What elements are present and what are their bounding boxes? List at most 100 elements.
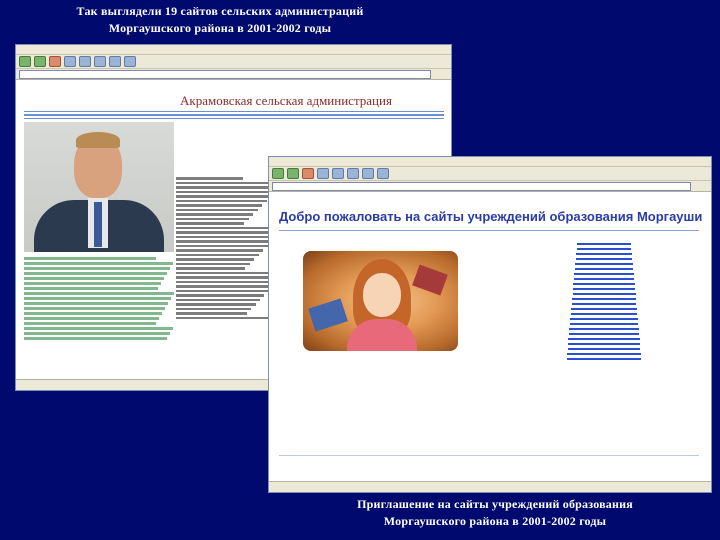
bio-text-line [24,267,170,270]
site2-statusbar [269,481,711,492]
site2-browser-screenshot: Добро пожаловать на сайты учреждений обр… [268,156,712,493]
school-link[interactable] [566,358,642,361]
site1-nav-links [24,111,444,119]
bio-text-line [24,262,173,265]
site2-school-links[interactable] [559,241,649,363]
list-text-line [176,186,281,189]
bio-text-line [24,272,167,275]
school-link[interactable] [574,273,634,276]
site2-title-rule [279,230,699,231]
refresh-icon [317,168,329,179]
bottom-caption-line2: Моргаушского района в 2001-2002 годы [383,514,607,528]
back-icon [272,168,284,179]
list-text-line [176,222,245,225]
site2-footer-rule [279,455,699,456]
school-link[interactable] [572,293,636,296]
forward-icon [34,56,46,67]
list-text-line [176,235,277,238]
site2-address-bar [269,181,711,192]
school-link[interactable] [577,243,631,246]
school-link[interactable] [572,288,636,291]
school-link[interactable] [571,303,637,306]
list-text-line [176,240,273,243]
school-link[interactable] [568,338,640,341]
site1-portrait-photo [24,122,174,252]
list-text-line [176,307,252,310]
school-link[interactable] [573,283,635,286]
bio-text-line [24,312,162,315]
list-text-line [176,213,254,216]
portrait-hair [76,132,120,148]
school-link[interactable] [569,328,639,331]
list-text-line [176,195,272,198]
list-text-line [176,298,260,301]
back-icon [19,56,31,67]
portrait-tie [94,202,102,247]
bio-text-line [24,327,173,330]
list-text-line [176,276,283,279]
list-text-line [176,208,258,211]
bio-text-line [24,282,161,285]
site1-address-bar [16,69,451,80]
list-text-line [176,258,255,261]
search-icon [94,56,106,67]
list-text-line [176,190,276,193]
bio-text-line [24,332,170,335]
forward-icon [287,168,299,179]
list-text-line [176,204,263,207]
school-link[interactable] [569,323,639,326]
list-text-line [176,280,278,283]
home-icon [79,56,91,67]
bio-text-line [24,292,174,295]
bio-text-line [24,297,171,300]
refresh-icon [64,56,76,67]
site2-child-photo [303,251,458,351]
top-caption-line1: Так выглядели 19 сайтов сельских админис… [76,4,364,18]
list-text-line [176,199,267,202]
site1-page-title: Акрамовская сельская администрация [180,93,392,108]
school-link[interactable] [568,333,640,336]
site2-address-field [272,181,691,191]
photo-child-face [363,273,401,317]
bottom-caption-line1: Приглашение на сайты учреждений образова… [357,497,633,511]
list-text-line [176,285,274,288]
list-text-line [176,294,265,297]
site2-menubar [269,157,711,167]
site1-toolbar [16,55,451,69]
search-icon [347,168,359,179]
school-link[interactable] [575,263,633,266]
list-text-line [176,289,269,292]
school-link[interactable] [574,268,634,271]
bio-text-line [24,287,158,290]
school-link[interactable] [576,248,632,251]
school-link[interactable] [567,348,641,351]
photo-book [308,298,348,332]
site1-address-field [19,69,431,79]
list-text-line [176,249,264,252]
top-caption-line2: Моргаушского района в 2001-2002 годы [108,21,332,35]
school-link[interactable] [567,353,641,356]
favorites-icon [109,56,121,67]
school-link[interactable] [570,318,638,321]
school-link[interactable] [575,258,633,261]
list-text-line [176,253,259,256]
site1-menubar [16,45,451,55]
top-caption: Так выглядели 19 сайтов сельских админис… [20,3,420,37]
favorites-icon [362,168,374,179]
school-link[interactable] [576,253,632,256]
bio-text-line [24,302,168,305]
list-text-line [176,217,249,220]
school-link[interactable] [571,308,637,311]
bio-text-line [24,277,164,280]
school-link[interactable] [573,278,635,281]
school-link[interactable] [572,298,636,301]
site1-bio-text [24,255,174,377]
bio-text-line [24,257,156,260]
nav-line [24,114,444,116]
school-link[interactable] [570,313,638,316]
bio-text-line [24,337,167,340]
stop-icon [302,168,314,179]
print-icon [124,56,136,67]
school-link[interactable] [568,343,640,346]
bottom-caption: Приглашение на сайты учреждений образова… [280,496,710,530]
